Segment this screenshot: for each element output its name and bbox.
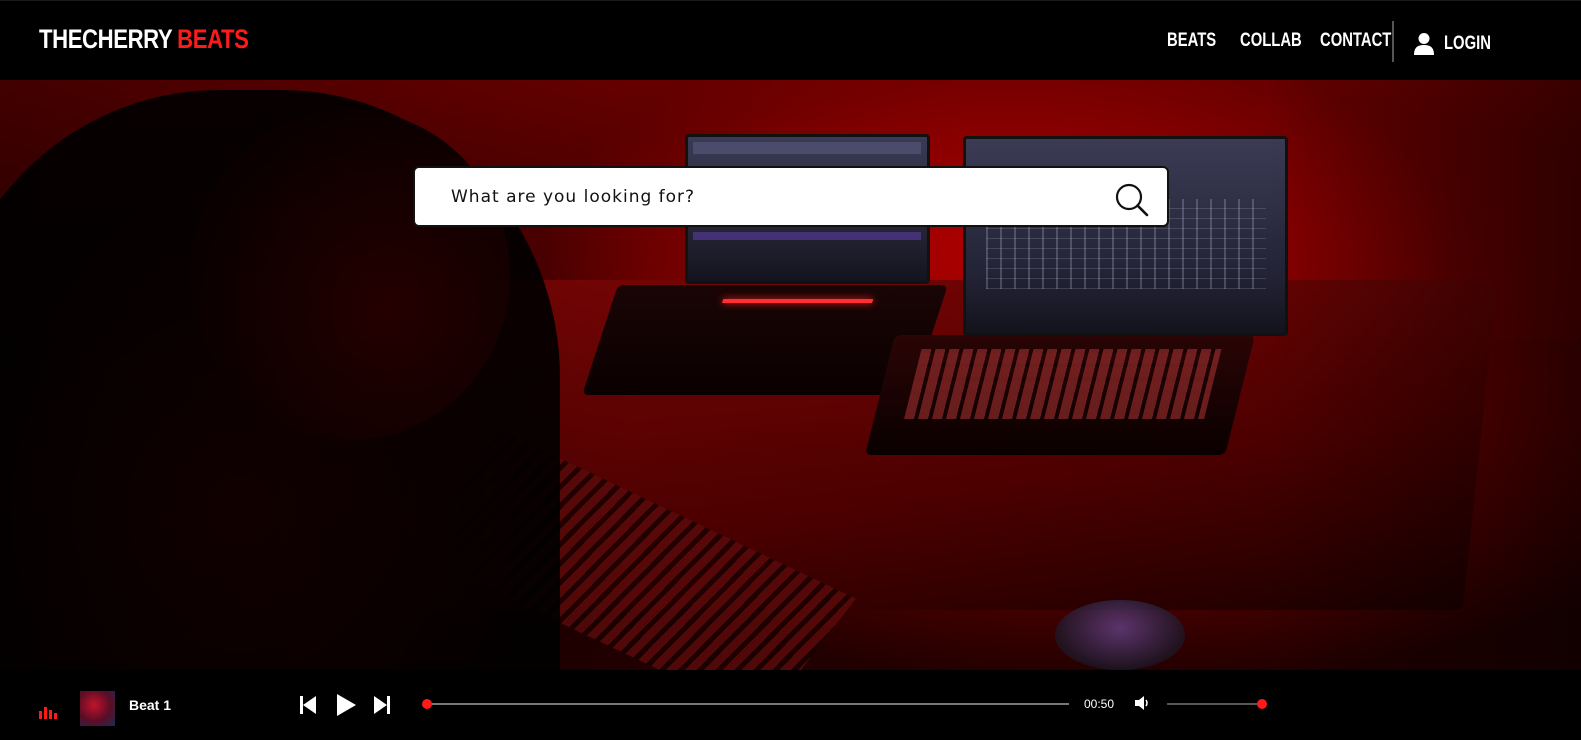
play-icon[interactable] bbox=[335, 693, 357, 717]
track-title: Beat 1 bbox=[129, 697, 172, 713]
search-input[interactable] bbox=[451, 182, 1071, 212]
nav-link-beats[interactable]: BEATS bbox=[1167, 29, 1216, 53]
nav-link-contact[interactable]: CONTACT bbox=[1320, 29, 1391, 53]
progress-thumb[interactable] bbox=[422, 699, 432, 709]
track-cover-art bbox=[80, 691, 115, 726]
audio-player: Beat 1 00:50 bbox=[0, 670, 1581, 740]
logo-text-accent: BEATS bbox=[177, 24, 249, 54]
login-link[interactable]: LOGIN bbox=[1444, 32, 1491, 56]
logo-text-primary: THECHERRY bbox=[39, 24, 173, 54]
search-icon[interactable] bbox=[1114, 182, 1150, 218]
track-time: 00:50 bbox=[1084, 697, 1115, 711]
site-logo[interactable]: THECHERRY BEATS bbox=[39, 23, 249, 55]
progress-bar[interactable] bbox=[422, 699, 1069, 709]
volume-icon[interactable] bbox=[1134, 695, 1150, 711]
skip-next-icon[interactable] bbox=[374, 696, 390, 714]
search-bar bbox=[413, 166, 1169, 227]
nav-divider bbox=[1392, 21, 1394, 62]
volume-slider[interactable] bbox=[1167, 699, 1267, 709]
equalizer-icon[interactable] bbox=[39, 705, 57, 719]
top-navbar: THECHERRY BEATS BEATS COLLAB CONTACT LOGI… bbox=[0, 0, 1581, 80]
user-icon[interactable] bbox=[1414, 32, 1434, 56]
volume-thumb[interactable] bbox=[1257, 699, 1267, 709]
skip-previous-icon[interactable] bbox=[300, 696, 316, 714]
nav-link-collab[interactable]: COLLAB bbox=[1240, 29, 1302, 53]
